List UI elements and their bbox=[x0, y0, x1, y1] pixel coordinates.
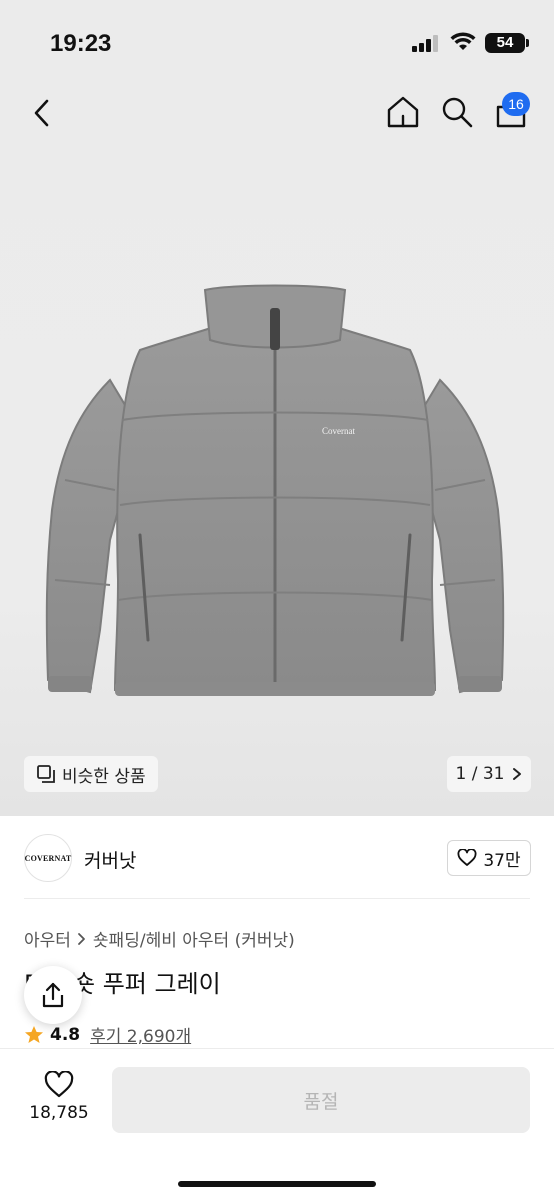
jacket-logo-text: Covernat bbox=[322, 426, 355, 436]
divider bbox=[24, 898, 530, 899]
brand-like-count: 37만 bbox=[483, 850, 521, 871]
breadcrumb: 아우터 숏패딩/헤비 아우터 (커버낫) bbox=[24, 926, 295, 951]
heart-icon bbox=[44, 1071, 74, 1098]
search-icon[interactable] bbox=[440, 95, 474, 129]
breadcrumb-item-category[interactable]: 숏패딩/헤비 아우터 (커버낫) bbox=[93, 926, 295, 951]
bottom-action-bar: 18,785 품절 bbox=[0, 1048, 554, 1200]
share-icon bbox=[42, 982, 64, 1008]
reviews-link[interactable]: 후기 2,690개 bbox=[90, 1022, 191, 1047]
battery-icon: 54 bbox=[485, 33, 525, 53]
share-button[interactable] bbox=[24, 966, 82, 1024]
image-pager-label: 1 / 31 bbox=[455, 764, 505, 784]
cart-count-badge: 16 bbox=[502, 92, 530, 116]
home-icon[interactable] bbox=[386, 95, 420, 129]
brand-name[interactable]: 커버낫 bbox=[84, 846, 136, 873]
wishlist-count: 18,785 bbox=[29, 1103, 89, 1123]
rating-row: 4.8 후기 2,690개 bbox=[24, 1022, 191, 1047]
home-indicator[interactable] bbox=[178, 1181, 376, 1187]
status-bar: 19:23 54 bbox=[0, 0, 554, 88]
brand-like-button[interactable]: 37만 bbox=[447, 840, 531, 876]
similar-products-button[interactable]: 비슷한 상품 bbox=[24, 756, 158, 792]
back-arrow-icon[interactable] bbox=[26, 96, 60, 130]
brand-logo[interactable]: COVERNAT bbox=[24, 834, 72, 882]
image-pager-button[interactable]: 1 / 31 bbox=[447, 756, 531, 792]
similar-products-label: 비슷한 상품 bbox=[62, 766, 146, 787]
wifi-icon bbox=[450, 32, 476, 50]
brand-row[interactable]: COVERNAT 커버낫 37만 bbox=[0, 816, 554, 900]
product-image-puffer-jacket: Covernat bbox=[45, 284, 505, 696]
breadcrumb-item-outer[interactable]: 아우터 bbox=[24, 926, 71, 951]
rating-value: 4.8 bbox=[50, 1024, 81, 1045]
similar-products-icon bbox=[37, 765, 55, 783]
chevron-right-icon bbox=[513, 768, 522, 780]
chevron-right-icon bbox=[78, 932, 85, 945]
wishlist-button[interactable]: 18,785 bbox=[24, 1071, 94, 1133]
sold-out-button[interactable]: 품절 bbox=[112, 1067, 530, 1133]
status-time: 19:23 bbox=[50, 30, 112, 57]
battery-tip bbox=[526, 39, 529, 47]
heart-icon bbox=[457, 849, 477, 866]
star-icon bbox=[25, 1025, 43, 1043]
cellular-signal-icon bbox=[412, 35, 438, 52]
